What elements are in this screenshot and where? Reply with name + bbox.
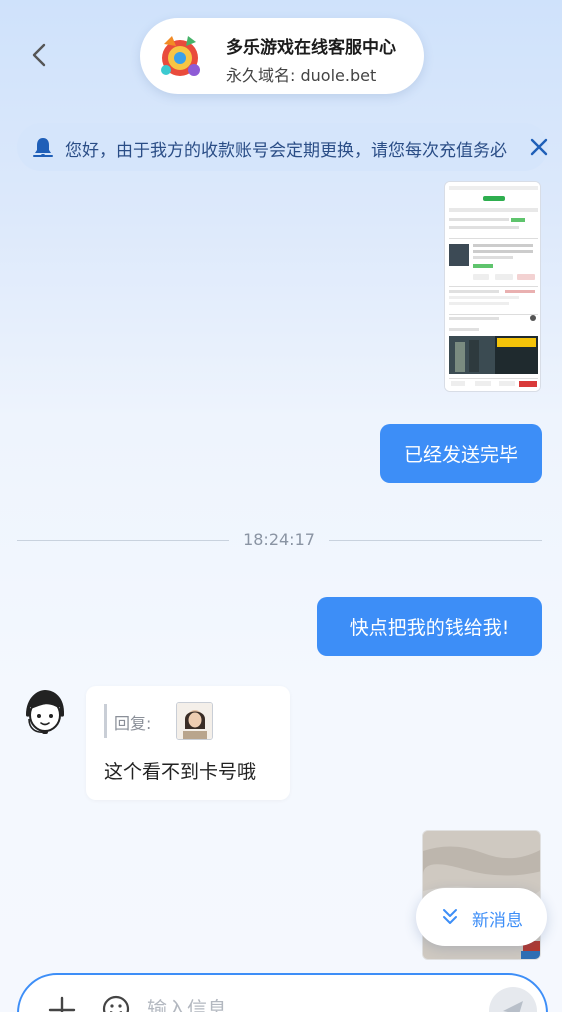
sent-message-bubble[interactable]: 已经发送完毕	[380, 424, 542, 483]
divider-line	[17, 540, 229, 541]
sent-message-bubble[interactable]: 快点把我的钱给我!	[317, 597, 542, 656]
emoji-icon[interactable]	[101, 994, 131, 1012]
chevron-left-icon	[32, 43, 46, 67]
agent-avatar	[20, 687, 70, 737]
new-messages-button[interactable]: 新消息	[416, 888, 547, 946]
plus-icon[interactable]	[47, 995, 77, 1012]
app-logo	[154, 30, 206, 82]
notice-text: 您好，由于我方的收款账号会定期更换，请您每次充值务必	[65, 141, 507, 161]
agent-message-bubble[interactable]: 回复: 这个看不到卡号哦	[86, 686, 290, 800]
reply-label: 回复:	[114, 714, 152, 733]
reply-image-thumbnail[interactable]	[176, 702, 213, 740]
chat-header: 多乐游戏在线客服中心 永久域名: duole.bet	[0, 0, 562, 110]
divider-line	[329, 540, 542, 541]
screenshot-preview	[445, 182, 540, 391]
reply-quote-bar	[104, 704, 107, 738]
message-timestamp: 18:24:17	[243, 530, 315, 549]
agent-message-text: 这个看不到卡号哦	[104, 761, 257, 783]
timestamp-divider: 18:24:17	[17, 528, 542, 552]
message-input-bar	[17, 973, 548, 1012]
title-pill: 多乐游戏在线客服中心 永久域名: duole.bet	[140, 18, 424, 94]
close-icon[interactable]	[527, 135, 551, 159]
back-button[interactable]	[24, 40, 54, 70]
send-button[interactable]	[489, 987, 537, 1012]
double-chevron-down-icon	[443, 909, 457, 924]
bell-icon	[33, 138, 53, 157]
page-title: 多乐游戏在线客服中心	[226, 38, 396, 58]
message-input[interactable]	[147, 991, 477, 1012]
send-icon	[503, 1001, 523, 1012]
notice-banner: 您好，由于我方的收款账号会定期更换，请您每次充值务必	[17, 123, 548, 171]
new-messages-label: 新消息	[472, 911, 523, 931]
page-subtitle: 永久域名: duole.bet	[226, 66, 377, 85]
screenshot-image-message[interactable]	[444, 181, 541, 392]
